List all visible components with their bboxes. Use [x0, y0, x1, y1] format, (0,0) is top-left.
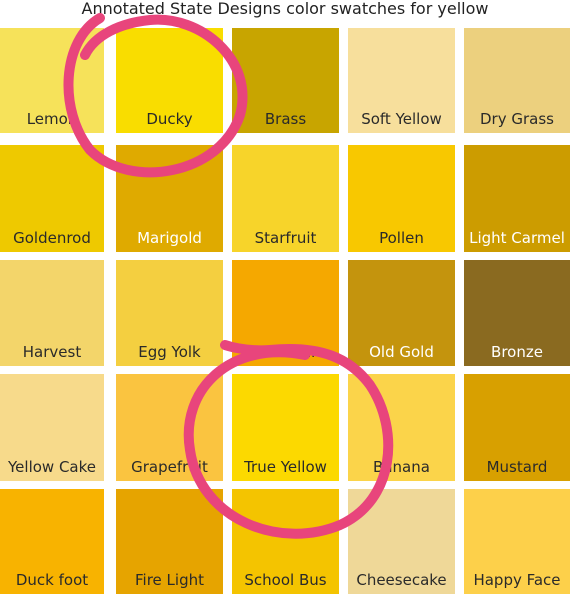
- swatch-label: Duck foot: [15, 571, 89, 589]
- swatch-label: Ducky: [146, 110, 193, 128]
- swatch-dry-grass: Dry Grass: [464, 28, 570, 133]
- swatch-label: Fire Light: [135, 571, 204, 589]
- swatch-fire-light: Fire Light: [116, 489, 223, 594]
- swatch-brass: Brass: [232, 28, 339, 133]
- swatch-yellow-cake: Yellow Cake: [0, 374, 104, 481]
- swatch-label: Soft Yellow: [361, 110, 442, 128]
- swatch-lemon: Lemon: [0, 28, 104, 133]
- swatch-label: Egg Yolk: [138, 343, 201, 361]
- swatch-ducky: Ducky: [116, 28, 223, 133]
- swatch-label: Marigold: [137, 229, 202, 247]
- swatch-label: Happy Face: [473, 571, 561, 589]
- swatch-bronze: Bronze: [464, 260, 570, 366]
- swatch-label: Old Gold: [369, 343, 434, 361]
- swatch-happy-face: Happy Face: [464, 489, 570, 594]
- swatch-duck-foot: Duck foot: [0, 489, 104, 594]
- swatch-light-carmel: Light Carmel: [464, 145, 570, 252]
- swatch-soft-yellow: Soft Yellow: [348, 28, 455, 133]
- swatch-label: School Bus: [244, 571, 327, 589]
- swatch-label: Light Carmel: [469, 229, 565, 247]
- swatch-school-bus: School Bus: [232, 489, 339, 594]
- swatch-label: Goldenrod: [13, 229, 91, 247]
- swatch-label: Pollen: [379, 229, 424, 247]
- swatch-harvest: Harvest: [0, 260, 104, 366]
- swatch-mustard: Mustard: [464, 374, 570, 481]
- swatch-label: True Yellow: [244, 458, 327, 476]
- swatch-label: Banana: [373, 458, 430, 476]
- swatch-banana: Banana: [348, 374, 455, 481]
- swatch-old-gold: Old Gold: [348, 260, 455, 366]
- swatch-pollen: Pollen: [348, 145, 455, 252]
- swatch-goldenrod: Goldenrod: [0, 145, 104, 252]
- swatch-label: Bronze: [491, 343, 543, 361]
- swatch-label: Dry Grass: [480, 110, 554, 128]
- swatch-label: Brass: [264, 110, 307, 128]
- swatch-label: Mustard: [486, 458, 548, 476]
- swatch-label: Harvest: [22, 343, 82, 361]
- swatch-cheddar: Cheddar: [232, 260, 339, 366]
- swatch-label: Starfruit: [254, 229, 317, 247]
- swatch-label: Grapefruit: [131, 458, 208, 476]
- swatch-label: Cheesecake: [356, 571, 447, 589]
- swatch-egg-yolk: Egg Yolk: [116, 260, 223, 366]
- swatch-marigold: Marigold: [116, 145, 223, 252]
- swatch-cheesecake: Cheesecake: [348, 489, 455, 594]
- swatch-label: Cheddar: [253, 343, 318, 361]
- swatch-true-yellow: True Yellow: [232, 374, 339, 481]
- swatch-starfruit: Starfruit: [232, 145, 339, 252]
- page-title: Annotated State Designs color swatches f…: [81, 0, 489, 18]
- swatch-label: Yellow Cake: [8, 458, 96, 476]
- swatch-grapefruit: Grapefruit: [116, 374, 223, 481]
- swatch-label: Lemon: [26, 110, 78, 128]
